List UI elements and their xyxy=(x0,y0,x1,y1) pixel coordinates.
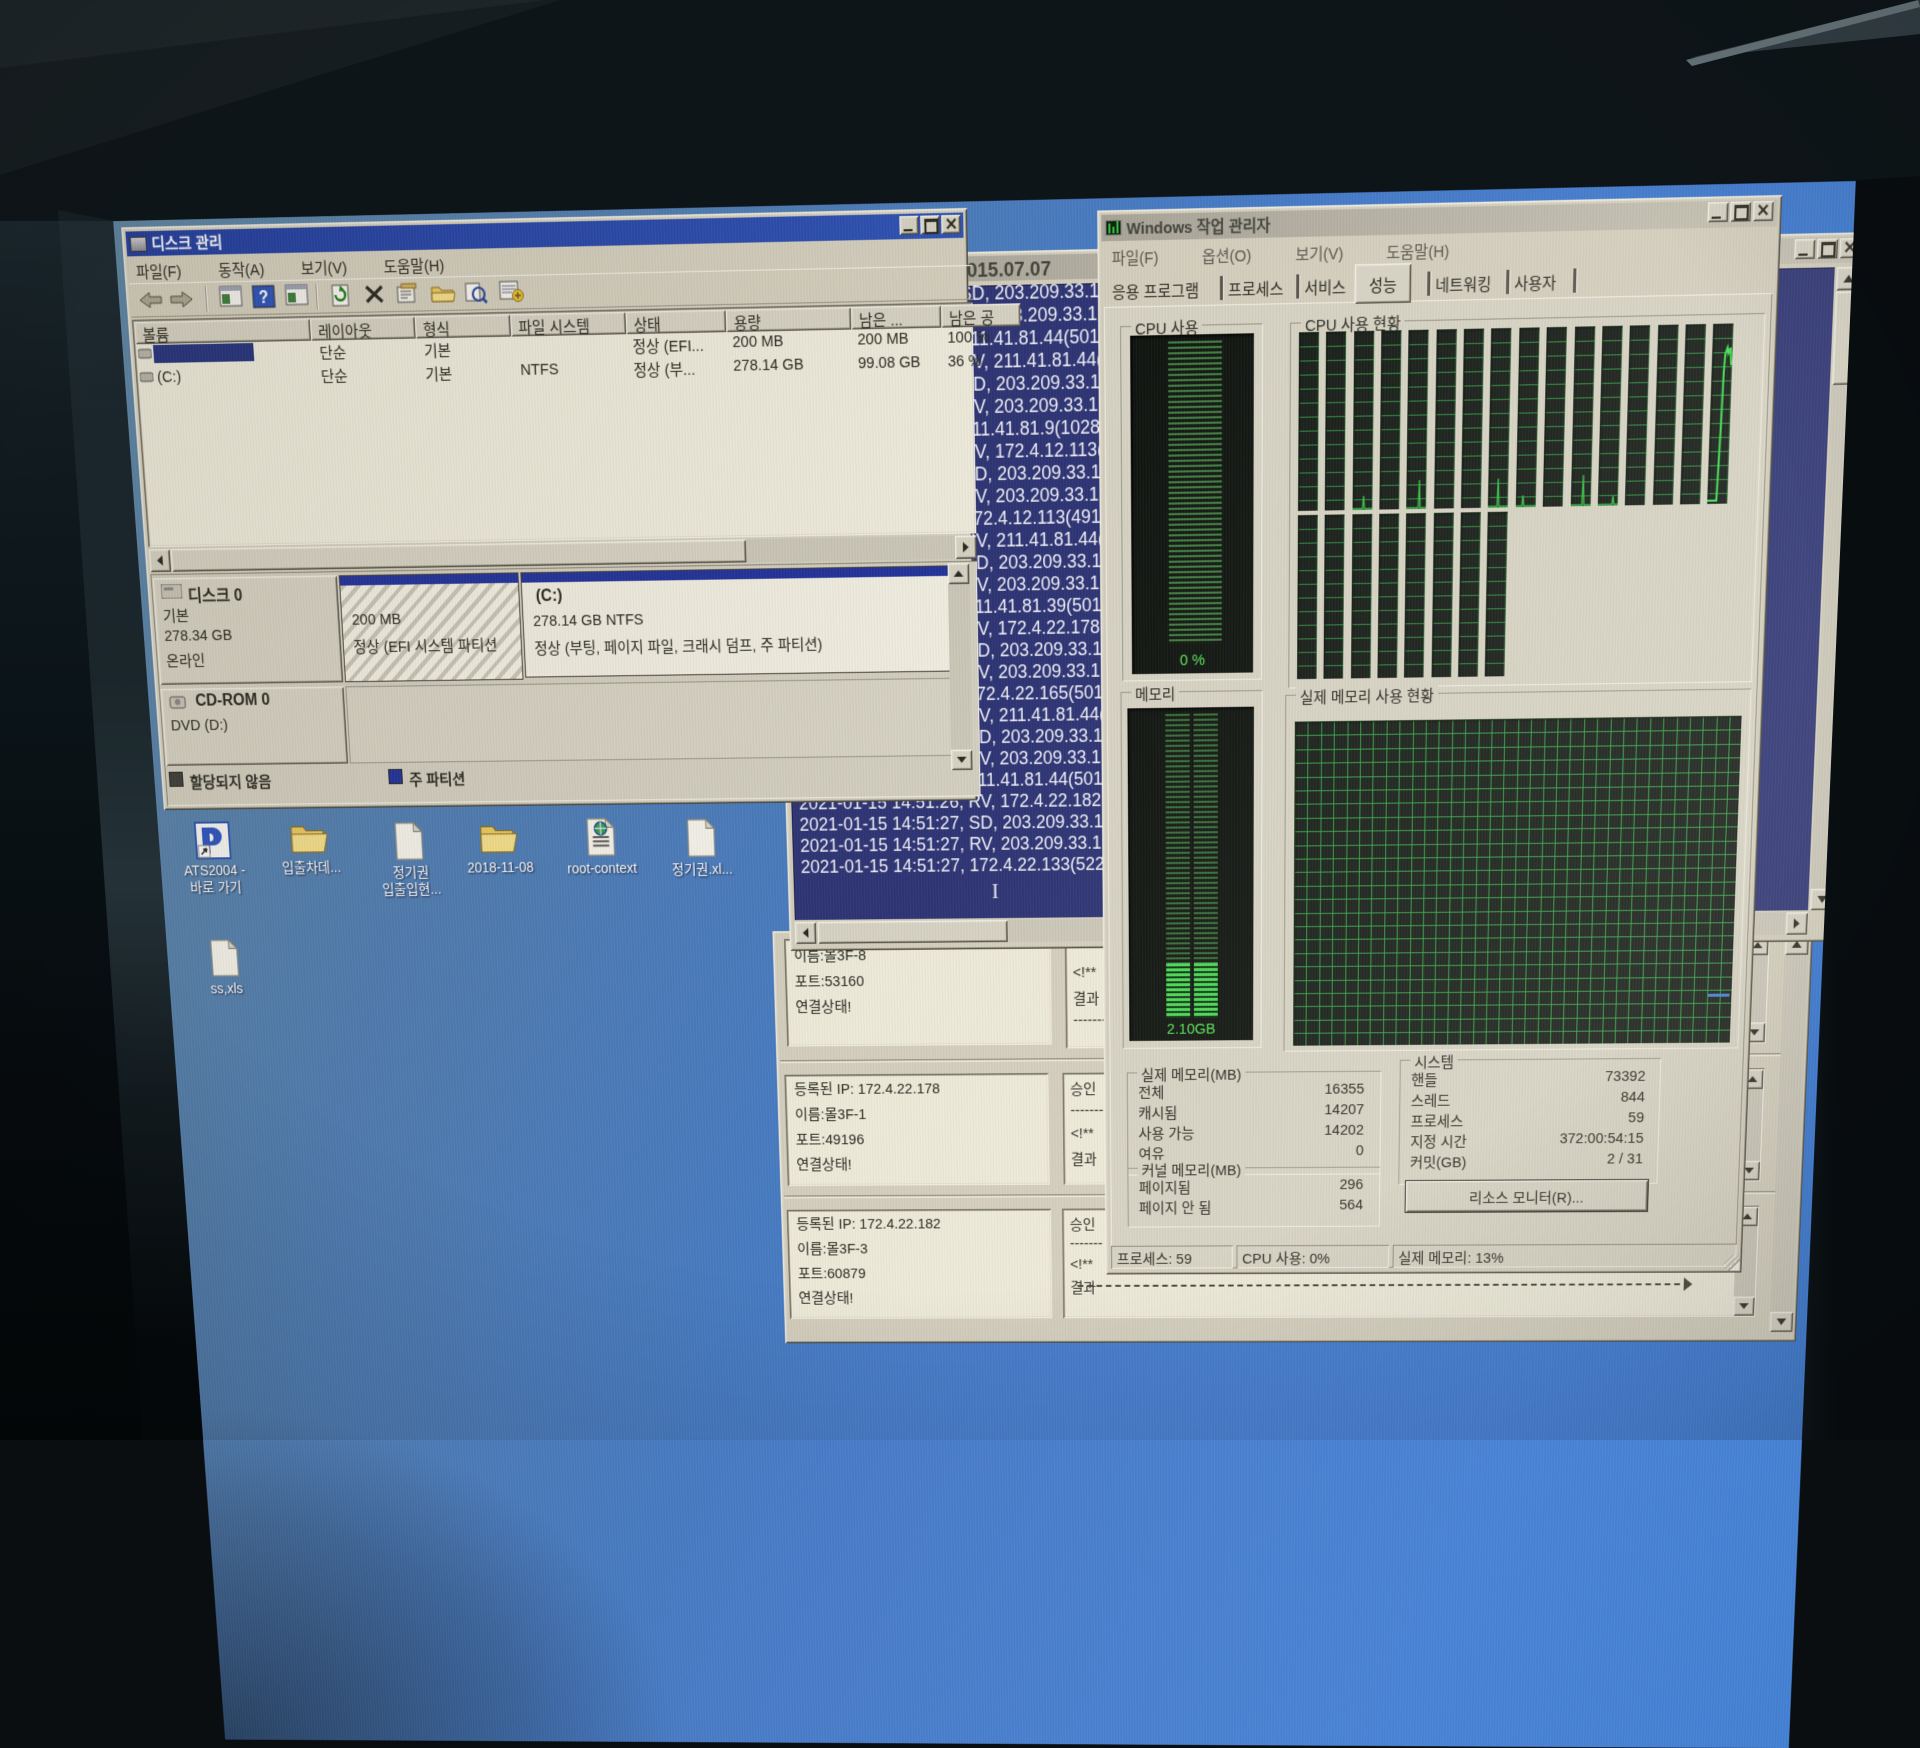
svg-text:?: ? xyxy=(258,287,269,307)
